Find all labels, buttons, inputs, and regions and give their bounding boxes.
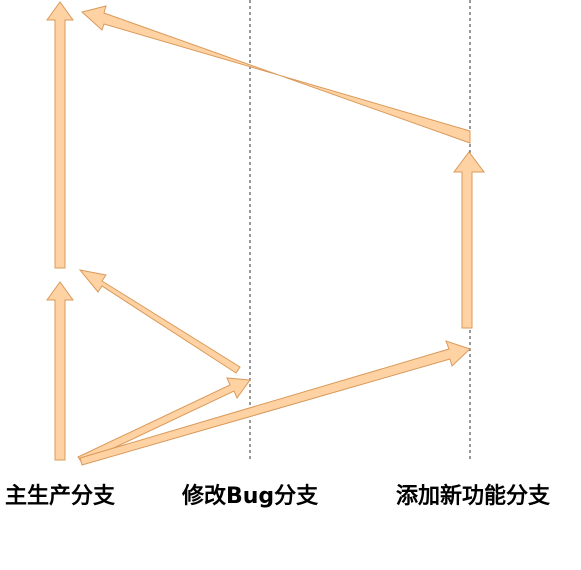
branch-flow-diagram: 主生产分支 修改Bug分支 添加新功能分支 [5,0,551,509]
bugfix-merge-arrow [78,269,241,374]
feature-branch-arrow [453,151,485,329]
bugfix-branch-label: 修改Bug分支 [181,483,319,509]
main-branch-lower-arrow [46,281,74,461]
main-to-feature-arrow [79,340,471,466]
feature-merge-arrow [80,5,471,144]
feature-branch-label: 添加新功能分支 [396,483,551,509]
main-branch-upper-arrow [46,1,74,269]
main-branch-label: 主生产分支 [5,484,116,509]
